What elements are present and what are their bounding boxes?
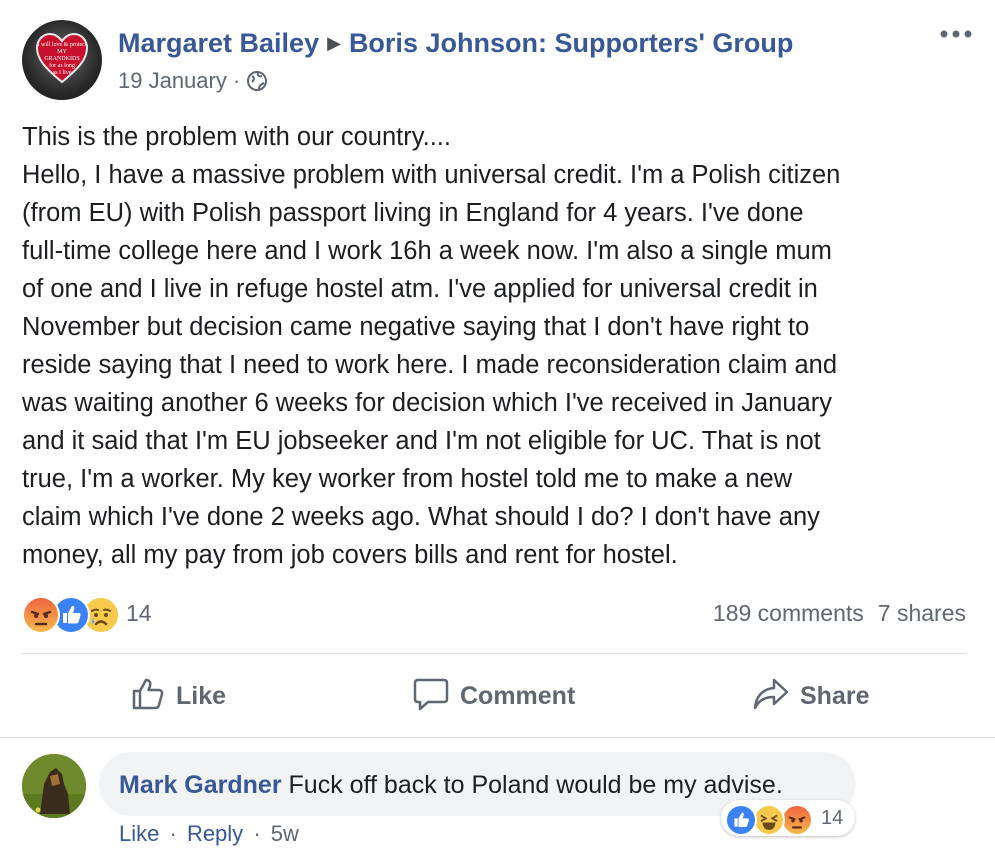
comment-reply-link[interactable]: Reply [187, 821, 243, 846]
haha-reaction-icon [753, 804, 785, 836]
comments-count-link[interactable]: 189 comments [713, 600, 864, 626]
globe-icon[interactable] [246, 70, 268, 92]
post-date-link[interactable]: 19 January [118, 68, 227, 93]
shares-count-link[interactable]: 7 shares [878, 600, 966, 626]
commenter-name-link[interactable]: Mark Gardner [119, 771, 282, 799]
comment-like-link[interactable]: Like [119, 821, 159, 846]
author-name-link[interactable]: Margaret Bailey [118, 28, 319, 58]
post-text-line: Hello, I have a massive problem with uni… [22, 161, 841, 189]
caret-right-icon: ▶ [327, 33, 341, 53]
post-text-line: reside saying that I need to work here. … [22, 351, 838, 379]
post-text-line: of one and I live in refuge hostel atm. … [22, 275, 818, 303]
more-options-icon[interactable] [938, 24, 974, 44]
post-header: Margaret Bailey ▶ Boris Johnson: Supporter… [118, 28, 793, 59]
post-text-line: money, all my pay from job covers bills … [22, 541, 678, 569]
avatar-caption: I will love & protect MY GRANDKIDS for a… [37, 42, 87, 76]
like-icon [132, 678, 164, 710]
comment-body: Fuck off back to Poland would be my advi… [288, 771, 783, 799]
comment-reactions[interactable]: 14 [721, 800, 855, 836]
angry-reaction-icon [781, 804, 813, 836]
comment-actions: Like · Reply · 5w [119, 821, 299, 846]
angry-reaction-icon [22, 596, 60, 634]
post-body: This is the problem with our country....… [22, 118, 972, 574]
comment-reaction-count: 14 [821, 807, 844, 829]
post-stats: 189 comments 7 shares [713, 600, 966, 627]
post-meta: 19 January · [118, 68, 268, 94]
post-text-line: November but decision came negative sayi… [22, 313, 810, 341]
post-text-line: This is the problem with our country.... [22, 123, 451, 151]
divider [22, 653, 966, 654]
dog-photo-icon [22, 754, 86, 818]
post-text-line: claim which I've done 2 weeks ago. What … [22, 503, 820, 531]
like-button[interactable]: Like [130, 676, 226, 716]
comment-button[interactable]: Comment [412, 676, 575, 716]
like-reaction-icon [725, 804, 757, 836]
commenter-avatar[interactable] [22, 754, 86, 818]
post-text-line: true, I'm a worker. My key worker from h… [22, 465, 793, 493]
comment-icon [413, 678, 449, 711]
comments-separator [0, 737, 995, 738]
post-text-line: full-time college here and I work 16h a … [22, 237, 832, 265]
reaction-count[interactable]: 14 [126, 600, 152, 627]
share-button[interactable]: Share [752, 676, 869, 716]
share-icon [753, 678, 789, 710]
author-avatar[interactable]: I will love & protect MY GRANDKIDS for a… [22, 20, 102, 100]
post-text-line: and it said that I'm EU jobseeker and I'… [22, 427, 821, 455]
comment-time[interactable]: 5w [271, 821, 299, 846]
facebook-post: I will love & protect MY GRANDKIDS for a… [0, 0, 995, 862]
post-text-line: (from EU) with Polish passport living in… [22, 199, 804, 227]
post-text-line: was waiting another 6 weeks for decision… [22, 389, 832, 417]
group-name-link[interactable]: Boris Johnson: Supporters' Group [349, 28, 793, 58]
comment-text: Mark Gardner Fuck off back to Poland wou… [119, 771, 783, 800]
